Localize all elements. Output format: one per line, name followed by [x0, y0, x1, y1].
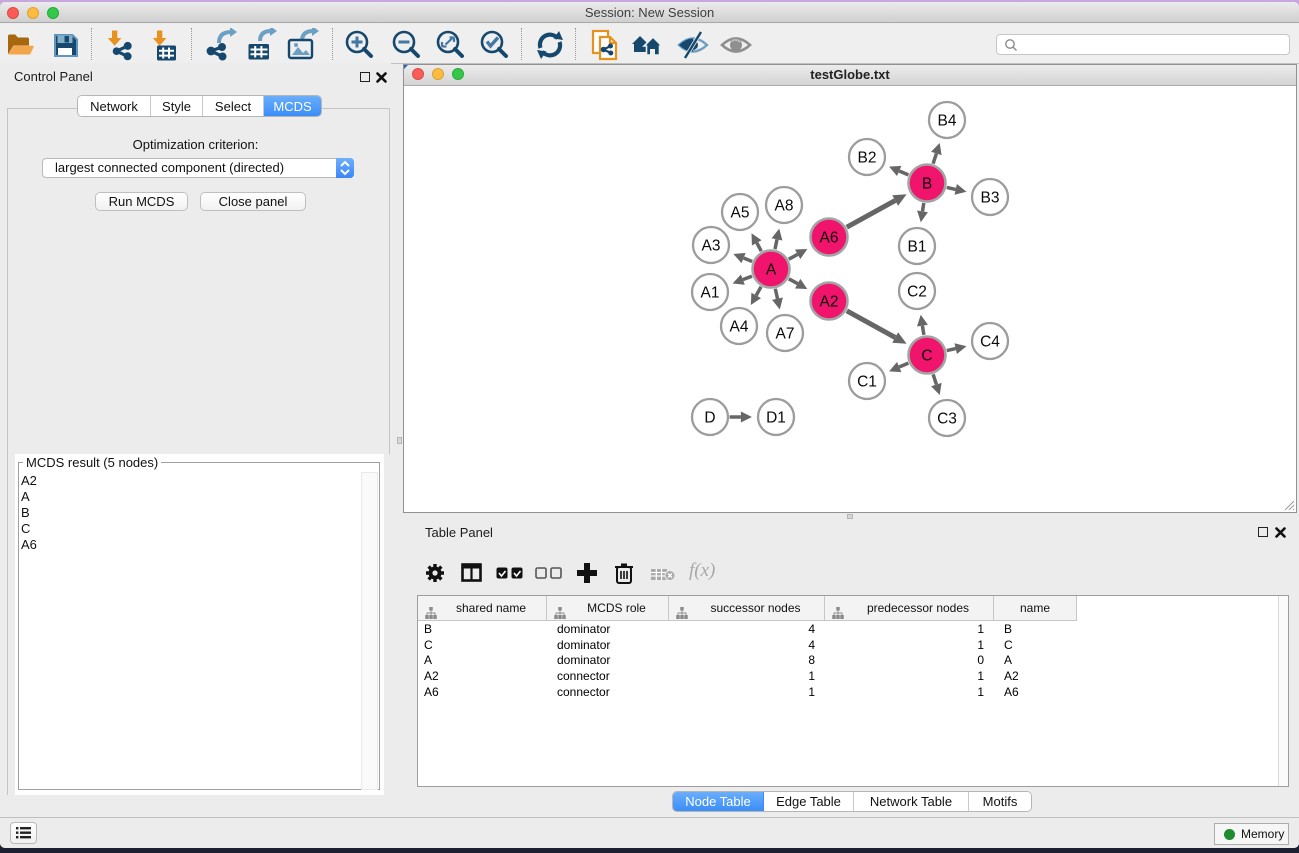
svg-text:A: A [766, 262, 777, 279]
svg-text:C: C [921, 348, 932, 365]
svg-text:A1: A1 [701, 285, 720, 302]
svg-text:B2: B2 [858, 150, 877, 167]
svg-text:A2: A2 [820, 294, 839, 311]
svg-text:A8: A8 [775, 198, 794, 215]
svg-text:C3: C3 [937, 411, 957, 428]
svg-text:B4: B4 [938, 113, 957, 130]
svg-text:B: B [922, 176, 932, 193]
svg-text:D1: D1 [766, 410, 786, 427]
svg-text:C1: C1 [857, 374, 877, 391]
svg-text:A7: A7 [776, 326, 795, 343]
svg-text:C2: C2 [907, 284, 927, 301]
svg-text:D: D [704, 410, 715, 427]
svg-text:A4: A4 [730, 319, 749, 336]
svg-text:A3: A3 [702, 238, 721, 255]
svg-text:A6: A6 [820, 230, 839, 247]
svg-text:C4: C4 [980, 334, 1000, 351]
svg-text:B3: B3 [981, 190, 1000, 207]
svg-text:A5: A5 [731, 205, 750, 222]
svg-text:B1: B1 [908, 239, 927, 256]
